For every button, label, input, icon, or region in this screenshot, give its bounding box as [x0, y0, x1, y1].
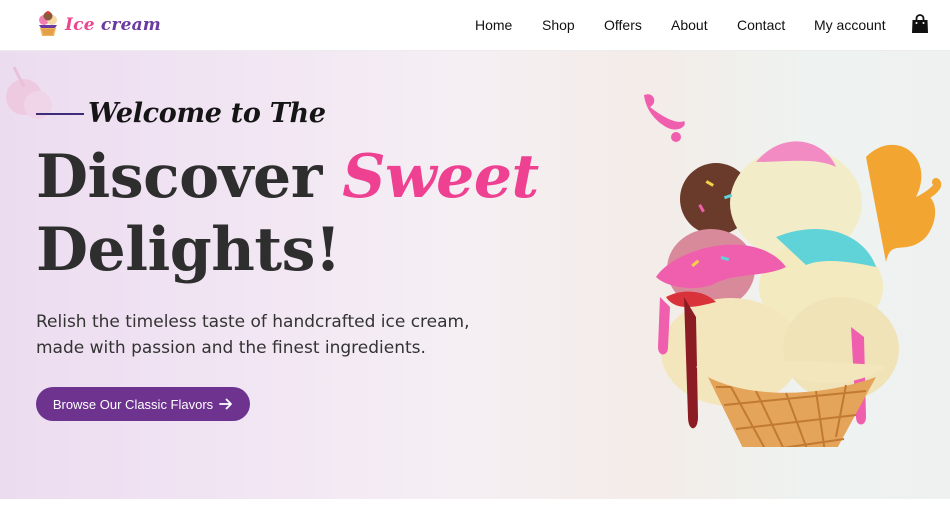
- browse-flavors-label: Browse Our Classic Flavors: [52, 396, 214, 412]
- brand-name: Ice cream: [65, 15, 161, 35]
- brand-name-part1: Ice: [65, 15, 95, 35]
- headline-part2: Delights!: [36, 215, 341, 285]
- ice-cream-cone-image: [644, 94, 942, 447]
- nav-about[interactable]: About: [671, 17, 708, 33]
- nav-shop[interactable]: Shop: [542, 17, 575, 33]
- shopping-bag-icon[interactable]: [911, 14, 929, 34]
- page-bottom-area: [0, 499, 950, 530]
- nav-my-account[interactable]: My account: [814, 17, 886, 33]
- hero-headline: Discover Sweet Delights!: [36, 141, 556, 287]
- hero-section: Welcome to The Discover Sweet Delights! …: [0, 51, 950, 499]
- eyebrow-text: Welcome to The: [88, 98, 326, 129]
- brand-name-part2: cream: [100, 15, 161, 35]
- headline-part1: Discover: [36, 142, 322, 212]
- browse-flavors-button[interactable]: Browse Our Classic Flavors: [36, 387, 250, 421]
- hero-eyebrow: Welcome to The: [36, 98, 326, 129]
- nav-contact[interactable]: Contact: [737, 17, 785, 33]
- eyebrow-divider: [36, 112, 84, 115]
- nav-offers[interactable]: Offers: [604, 17, 642, 33]
- brand-logo[interactable]: Ice cream: [36, 10, 161, 40]
- hero-description: Relish the timeless taste of handcrafted…: [36, 312, 470, 358]
- headline-accent: Sweet: [342, 142, 539, 212]
- arrow-right-icon: [219, 398, 233, 410]
- site-header: Ice cream Home Shop Offers About Contact…: [0, 0, 950, 51]
- ice-cream-logo-icon: [39, 11, 57, 36]
- nav-home[interactable]: Home: [475, 17, 512, 33]
